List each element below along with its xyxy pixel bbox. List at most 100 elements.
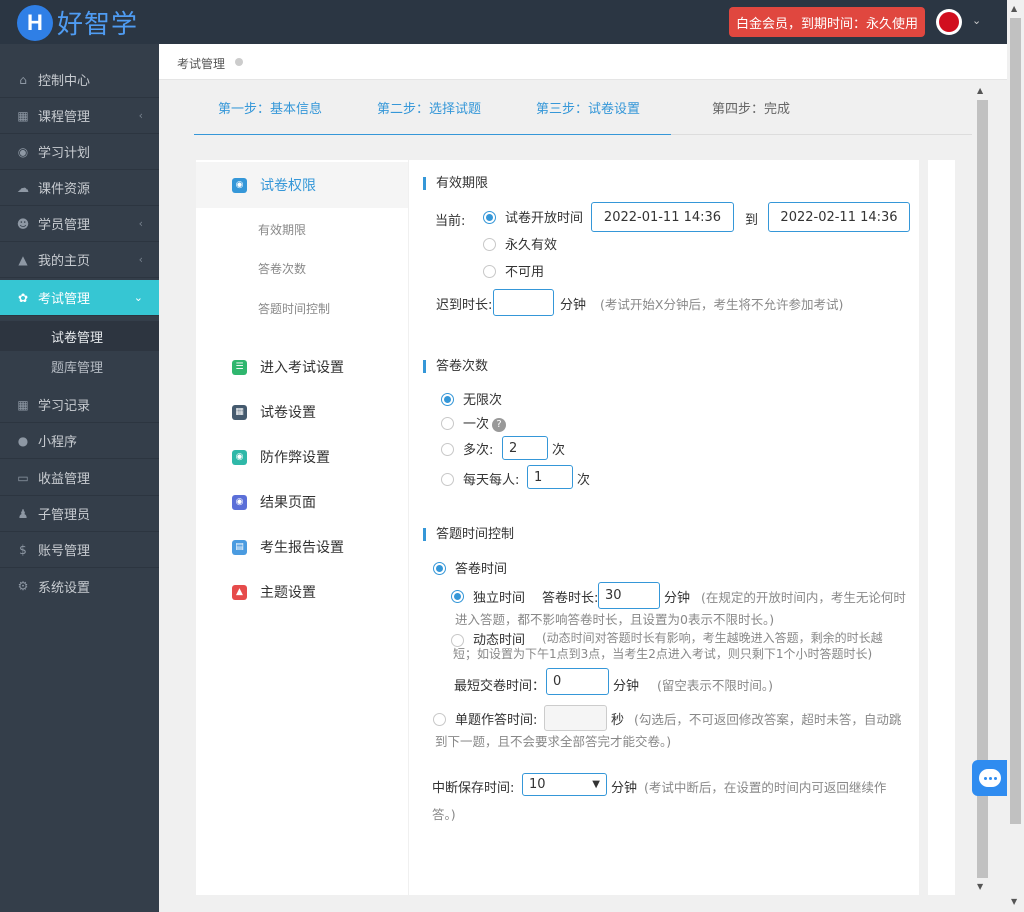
section-title-validity: 有效期限 xyxy=(423,177,488,190)
menu-item-report-settings[interactable]: ▤ 考生报告设置 xyxy=(196,524,408,570)
chevron-down-icon: ⌄ xyxy=(133,291,143,304)
sidebar-item-label: 小程序 xyxy=(38,435,78,450)
users-icon: ☻ xyxy=(16,216,30,231)
sidebar-item-courses[interactable]: ▦ 课程管理 ‹ xyxy=(0,98,159,134)
logo-badge: H xyxy=(17,4,53,41)
sidebar: ⌂ 控制中心 ▦ 课程管理 ‹ ◉ 学习计划 ☁ 课件资源 ☻ 学员管理 ‹ ▲ 我的主页 ‹ ✿… xyxy=(0,44,159,912)
duration-input[interactable]: 30 xyxy=(598,582,660,609)
per-question-hint-line2: 到下一题，且不会要求全部答完才能交卷。) xyxy=(435,734,672,749)
sidebar-item-students[interactable]: ☻ 学员管理 ‹ xyxy=(0,206,159,242)
step-4[interactable]: 第四步：完成 xyxy=(712,98,790,117)
end-time-input[interactable]: 2022-02-11 14:36 xyxy=(768,202,910,232)
step-progress-line xyxy=(194,134,671,135)
dollar-icon: $ xyxy=(19,542,27,557)
member-badge[interactable]: 白金会员，到期时间：永久使用 xyxy=(729,7,925,37)
cloud-icon: ☁ xyxy=(17,180,29,195)
sidebar-subitem-question-bank[interactable]: 题库管理 xyxy=(0,351,159,381)
sidebar-item-resources[interactable]: ☁ 课件资源 xyxy=(0,170,159,206)
chevron-down-icon[interactable]: ⌄ xyxy=(972,14,981,27)
page-scrollbar-thumb[interactable] xyxy=(1010,18,1021,824)
menu-item-paper-permissions[interactable]: ◉ 试卷权限 xyxy=(196,162,408,208)
radio-forever[interactable] xyxy=(483,238,496,251)
menu-item-label: 进入考试设置 xyxy=(260,360,344,376)
menu-item-label: 防作弊设置 xyxy=(260,450,330,466)
menu-subitem-validity[interactable]: 有效期限 xyxy=(258,221,306,238)
once-text: 一次 xyxy=(463,417,490,432)
scroll-up-icon[interactable]: ▲ xyxy=(977,86,983,95)
menu-item-entry-settings[interactable]: ☰ 进入考试设置 xyxy=(196,344,408,390)
independent-hint-line1: (在规定的开放时间内，考生无论何时 xyxy=(701,590,906,605)
top-bar: H 好智学 白金会员，到期时间：永久使用 ⌄ xyxy=(0,0,1007,44)
dynamic-hint-line1: (动态时间对答题时长有影响，考生越晚进入答题，剩余的时长越 xyxy=(542,631,883,645)
sidebar-item-study-records[interactable]: ▦ 学习记录 xyxy=(0,387,159,423)
radio-unlimited[interactable] xyxy=(441,393,454,406)
menu-subitem-attempts[interactable]: 答卷次数 xyxy=(258,260,306,277)
sidebar-item-label: 子管理员 xyxy=(38,508,91,523)
scroll-down-icon[interactable]: ▼ xyxy=(977,882,983,891)
step-2[interactable]: 第二步：选择试题 xyxy=(377,98,481,117)
late-duration-input[interactable] xyxy=(493,289,554,316)
logo[interactable]: H 好智学 xyxy=(17,4,138,41)
sidebar-item-dashboard[interactable]: ⌂ 控制中心 xyxy=(0,62,159,98)
menu-item-paper-settings[interactable]: ▦ 试卷设置 xyxy=(196,389,408,435)
min-submit-unit: 分钟 xyxy=(613,679,640,694)
radio-exam-time[interactable] xyxy=(433,562,446,575)
sidebar-item-sub-admins[interactable]: ♟ 子管理员 xyxy=(0,496,159,532)
avatar[interactable] xyxy=(936,9,962,35)
sidebar-item-label: 学习记录 xyxy=(38,399,91,414)
sidebar-item-settings[interactable]: ⚙ 系统设置 xyxy=(0,568,159,604)
sidebar-item-exams[interactable]: ✿ 考试管理 ⌄ xyxy=(0,280,159,316)
help-icon[interactable]: ? xyxy=(492,417,507,432)
menu-item-label: 考生报告设置 xyxy=(260,540,344,556)
late-hint: (考试开始X分钟后，考生将不允许参加考试) xyxy=(600,297,844,312)
shield-icon: ◉ xyxy=(232,449,247,465)
menu-item-label: 主题设置 xyxy=(260,585,316,601)
sidebar-item-account[interactable]: $ 账号管理 xyxy=(0,532,159,568)
shield-icon: ◉ xyxy=(232,177,247,193)
menu-item-theme[interactable]: ▲ 主题设置 xyxy=(196,569,408,615)
menu-subitem-time-control[interactable]: 答题时间控制 xyxy=(258,300,330,317)
graduation-cap-icon: ▲ xyxy=(18,252,28,267)
gear-icon: ⚙ xyxy=(17,579,29,593)
daily-count-input[interactable]: 1 xyxy=(527,465,573,489)
min-submit-input[interactable]: 0 xyxy=(546,668,609,695)
radio-open-time[interactable] xyxy=(483,211,496,224)
chat-button[interactable] xyxy=(972,760,1008,796)
sidebar-item-label: 系统设置 xyxy=(38,580,91,596)
sidebar-item-mini-program[interactable]: ● 小程序 xyxy=(0,423,159,459)
duration-unit: 分钟 xyxy=(664,591,691,606)
multiple-count-input[interactable]: 2 xyxy=(502,436,548,460)
home-icon: ⌂ xyxy=(19,72,27,87)
sidebar-item-study-plan[interactable]: ◉ 学习计划 xyxy=(0,134,159,170)
section-title-time-control: 答题时间控制 xyxy=(423,528,514,541)
radio-multiple[interactable] xyxy=(441,443,454,456)
sidebar-subitem-papers[interactable]: 试卷管理 xyxy=(0,321,159,351)
radio-once[interactable] xyxy=(441,417,454,430)
scroll-down-icon[interactable]: ▼ xyxy=(1011,897,1017,906)
radio-per-question-time[interactable] xyxy=(433,713,446,726)
sidebar-item-label: 考试管理 xyxy=(38,292,91,307)
sidebar-item-label: 课程管理 xyxy=(38,110,91,125)
scroll-up-icon[interactable]: ▲ xyxy=(1011,4,1017,13)
duration-label: 答卷时长: xyxy=(542,591,599,606)
step-1[interactable]: 第一步：基本信息 xyxy=(218,98,322,117)
user-icon: ♟ xyxy=(17,506,29,521)
menu-item-anti-cheat[interactable]: ◉ 防作弊设置 xyxy=(196,434,408,480)
start-time-input[interactable]: 2022-01-11 14:36 xyxy=(591,202,734,232)
resume-time-select[interactable]: 10 ▼ xyxy=(522,773,607,796)
sidebar-item-homepage[interactable]: ▲ 我的主页 ‹ xyxy=(0,242,159,278)
min-submit-label: 最短交卷时间： xyxy=(454,679,546,694)
per-question-input[interactable] xyxy=(544,705,607,731)
radio-independent-time[interactable] xyxy=(451,590,464,603)
radio-daily[interactable] xyxy=(441,473,454,486)
menu-item-result-page[interactable]: ◉ 结果页面 xyxy=(196,479,408,525)
independent-hint-line2: 进入答题，都不影响答卷时长，且设置为0表示不限时长。) xyxy=(455,612,775,627)
radio-unavailable[interactable] xyxy=(483,265,496,278)
per-question-hint-line1: (勾选后，不可返回修改答案，超时未答，自动跳 xyxy=(634,712,902,727)
sidebar-item-label: 我的主页 xyxy=(38,254,91,269)
min-submit-hint: (留空表示不限时间。) xyxy=(657,678,774,693)
sidebar-item-revenue[interactable]: ▭ 收益管理 xyxy=(0,460,159,496)
chevron-left-icon: ‹ xyxy=(138,253,143,266)
step-3[interactable]: 第三步：试卷设置 xyxy=(536,98,640,117)
menu-item-label: 结果页面 xyxy=(260,495,316,511)
